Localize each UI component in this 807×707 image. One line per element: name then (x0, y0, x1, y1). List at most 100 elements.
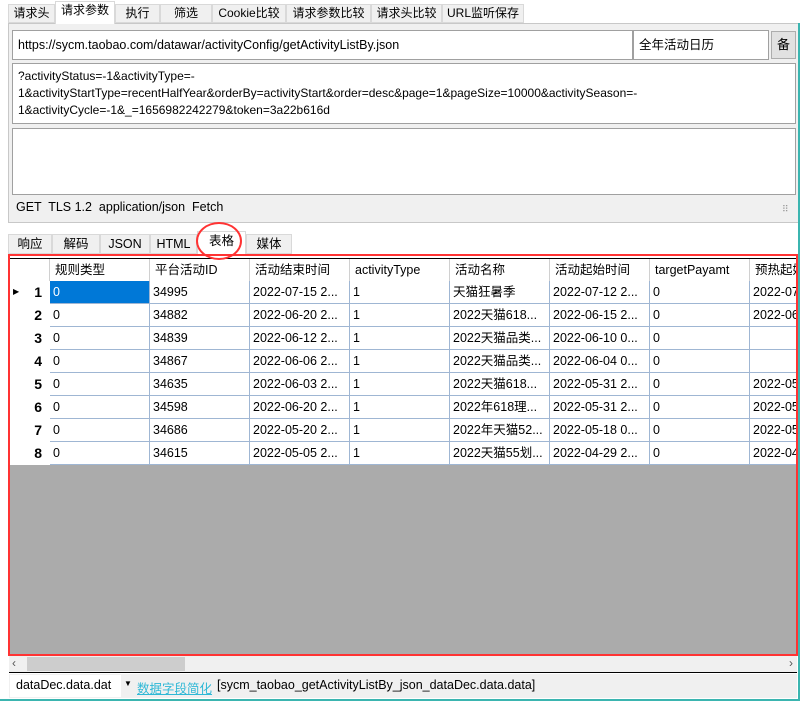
table-cell[interactable]: 0 (650, 304, 750, 327)
table-cell[interactable]: 2022天猫品类... (450, 327, 550, 350)
table-row[interactable]: 4 0 34867 2022-06-06 2... 1 2022天猫品类... 2022-0… (10, 350, 796, 373)
table-cell[interactable]: 2022-07-15 2... (250, 281, 350, 304)
column-header[interactable]: 平台活动ID (150, 259, 250, 282)
table-cell[interactable]: 34686 (150, 419, 250, 442)
simplify-fields-link[interactable]: 数据字段简化 (137, 678, 212, 697)
table-cell[interactable]: 0 (650, 327, 750, 350)
table-row[interactable]: 8 0 34615 2022-05-05 2... 1 2022天猫55划... 2022-… (10, 442, 796, 465)
bottom-tab[interactable]: 解码 (52, 234, 100, 254)
top-tab[interactable]: URL监听保存 (442, 4, 524, 23)
bottom-tab[interactable]: HTML (150, 234, 197, 254)
row-header[interactable]: 5 (10, 373, 50, 396)
row-header[interactable]: 3 (10, 327, 50, 350)
table-cell[interactable]: 0 (50, 396, 150, 419)
table-cell[interactable]: 34867 (150, 350, 250, 373)
table-cell[interactable]: 0 (50, 373, 150, 396)
table-cell[interactable]: 0 (50, 327, 150, 350)
data-grid[interactable]: 规则类型 平台活动ID 活动结束时间 activityType 活动名称 活动起始时间 ta… (10, 258, 796, 655)
table-cell[interactable]: 2022-06-03 2... (250, 373, 350, 396)
top-tab[interactable]: 请求头比较 (371, 4, 442, 23)
table-cell[interactable]: 0 (50, 419, 150, 442)
request-body-input[interactable] (12, 128, 796, 195)
row-header[interactable]: 4 (10, 350, 50, 373)
table-cell[interactable]: 0 (50, 304, 150, 327)
table-cell[interactable]: 2022-07-12 2... (550, 281, 650, 304)
table-cell[interactable]: 2022-05 (750, 396, 796, 419)
table-cell[interactable]: 2022-05-31 2... (550, 373, 650, 396)
bottom-tab[interactable]: JSON (100, 234, 150, 254)
top-tab[interactable]: 请求参数比较 (286, 4, 371, 23)
table-cell[interactable] (750, 350, 796, 373)
table-cell[interactable]: 34995 (150, 281, 250, 304)
top-tab[interactable]: Cookie比较 (212, 4, 286, 23)
table-cell[interactable]: 2022-06 (750, 304, 796, 327)
table-cell[interactable]: 2022-05 (750, 373, 796, 396)
bottom-tab[interactable]: 响应 (8, 234, 52, 254)
table-cell[interactable]: 2022-06-20 2... (250, 396, 350, 419)
table-row[interactable]: 6 0 34598 2022-06-20 2... 1 2022年618理... 2022-… (10, 396, 796, 419)
table-cell[interactable]: 0 (50, 350, 150, 373)
row-header[interactable]: 6 (10, 396, 50, 419)
column-header[interactable]: 活动名称 (450, 259, 550, 282)
table-cell[interactable]: 天猫狂暑季 (450, 281, 550, 304)
table-cell[interactable]: 2022-05-05 2... (250, 442, 350, 465)
dropdown-arrow-icon[interactable]: ▼ (124, 679, 132, 688)
top-tab[interactable]: 筛选 (160, 4, 212, 23)
table-cell[interactable] (750, 327, 796, 350)
table-cell[interactable]: 0 (650, 396, 750, 419)
table-cell[interactable]: 1 (350, 442, 450, 465)
table-cell[interactable]: 2022-06-04 0... (550, 350, 650, 373)
table-cell[interactable]: 2022-04 (750, 442, 796, 465)
scroll-left-icon[interactable]: ‹ (12, 656, 16, 670)
row-header[interactable]: 8 (10, 442, 50, 465)
column-header[interactable]: 活动结束时间 (250, 259, 350, 282)
table-cell[interactable]: 2022年618理... (450, 396, 550, 419)
backup-button[interactable]: 备 (771, 31, 796, 59)
query-string-input[interactable]: ?activityStatus=-1&activityType=- 1&acti… (12, 63, 796, 124)
bottom-tab[interactable]: 媒体 (246, 234, 292, 254)
table-cell[interactable]: 34598 (150, 396, 250, 419)
scrollbar-thumb[interactable] (27, 657, 185, 671)
table-cell[interactable]: 2022-06-10 0... (550, 327, 650, 350)
table-cell[interactable]: 1 (350, 373, 450, 396)
row-header[interactable]: 2 (10, 304, 50, 327)
scroll-right-icon[interactable]: › (789, 656, 793, 670)
column-header[interactable]: 规则类型 (50, 259, 150, 282)
resize-grip-icon[interactable]: ⠿ (782, 204, 789, 215)
table-cell[interactable]: 2022-06-06 2... (250, 350, 350, 373)
table-cell[interactable]: 2022-06-15 2... (550, 304, 650, 327)
table-cell[interactable]: 2022-05 (750, 419, 796, 442)
table-cell[interactable]: 2022天猫55划... (450, 442, 550, 465)
table-cell[interactable]: 0 (650, 373, 750, 396)
column-header[interactable]: 活动起始时间 (550, 259, 650, 282)
table-cell[interactable]: 0 (650, 350, 750, 373)
table-cell[interactable]: 34839 (150, 327, 250, 350)
url-input[interactable]: https://sycm.taobao.com/datawar/activity… (12, 30, 633, 60)
table-cell[interactable]: 1 (350, 281, 450, 304)
column-header[interactable]: 预热起始 (750, 259, 796, 282)
table-cell[interactable]: 2022-05-31 2... (550, 396, 650, 419)
path-select[interactable]: dataDec.data.dat (10, 675, 121, 697)
table-cell[interactable]: 2022-05-18 0... (550, 419, 650, 442)
table-cell[interactable]: 2022-06-20 2... (250, 304, 350, 327)
table-cell[interactable]: 34635 (150, 373, 250, 396)
top-tab[interactable]: 请求头 (8, 4, 55, 23)
horizontal-scrollbar[interactable]: ‹ › (9, 656, 797, 673)
top-tab[interactable]: 执行 (115, 4, 160, 23)
table-row[interactable]: ▶ 1 0 34995 2022-07-15 2... 1 天猫狂暑季 2022-07-12 … (10, 281, 796, 304)
column-header[interactable]: activityType (350, 259, 450, 282)
table-cell[interactable]: 1 (350, 396, 450, 419)
table-row[interactable]: 7 0 34686 2022-05-20 2... 1 2022年天猫52... 2022-… (10, 419, 796, 442)
table-cell[interactable]: 34882 (150, 304, 250, 327)
table-cell[interactable]: 2022-04-29 2... (550, 442, 650, 465)
table-row[interactable]: 5 0 34635 2022-06-03 2... 1 2022天猫618... 2022-… (10, 373, 796, 396)
table-cell[interactable]: 34615 (150, 442, 250, 465)
row-header[interactable]: ▶ 1 (10, 281, 50, 304)
column-header[interactable]: targetPayamt (650, 259, 750, 282)
table-cell[interactable]: 2022-07 (750, 281, 796, 304)
table-cell[interactable]: 2022-05-20 2... (250, 419, 350, 442)
table-cell[interactable]: 0 (50, 442, 150, 465)
table-cell[interactable]: 2022-06-12 2... (250, 327, 350, 350)
request-name-input[interactable]: 全年活动日历 (633, 30, 769, 60)
row-header[interactable]: 7 (10, 419, 50, 442)
